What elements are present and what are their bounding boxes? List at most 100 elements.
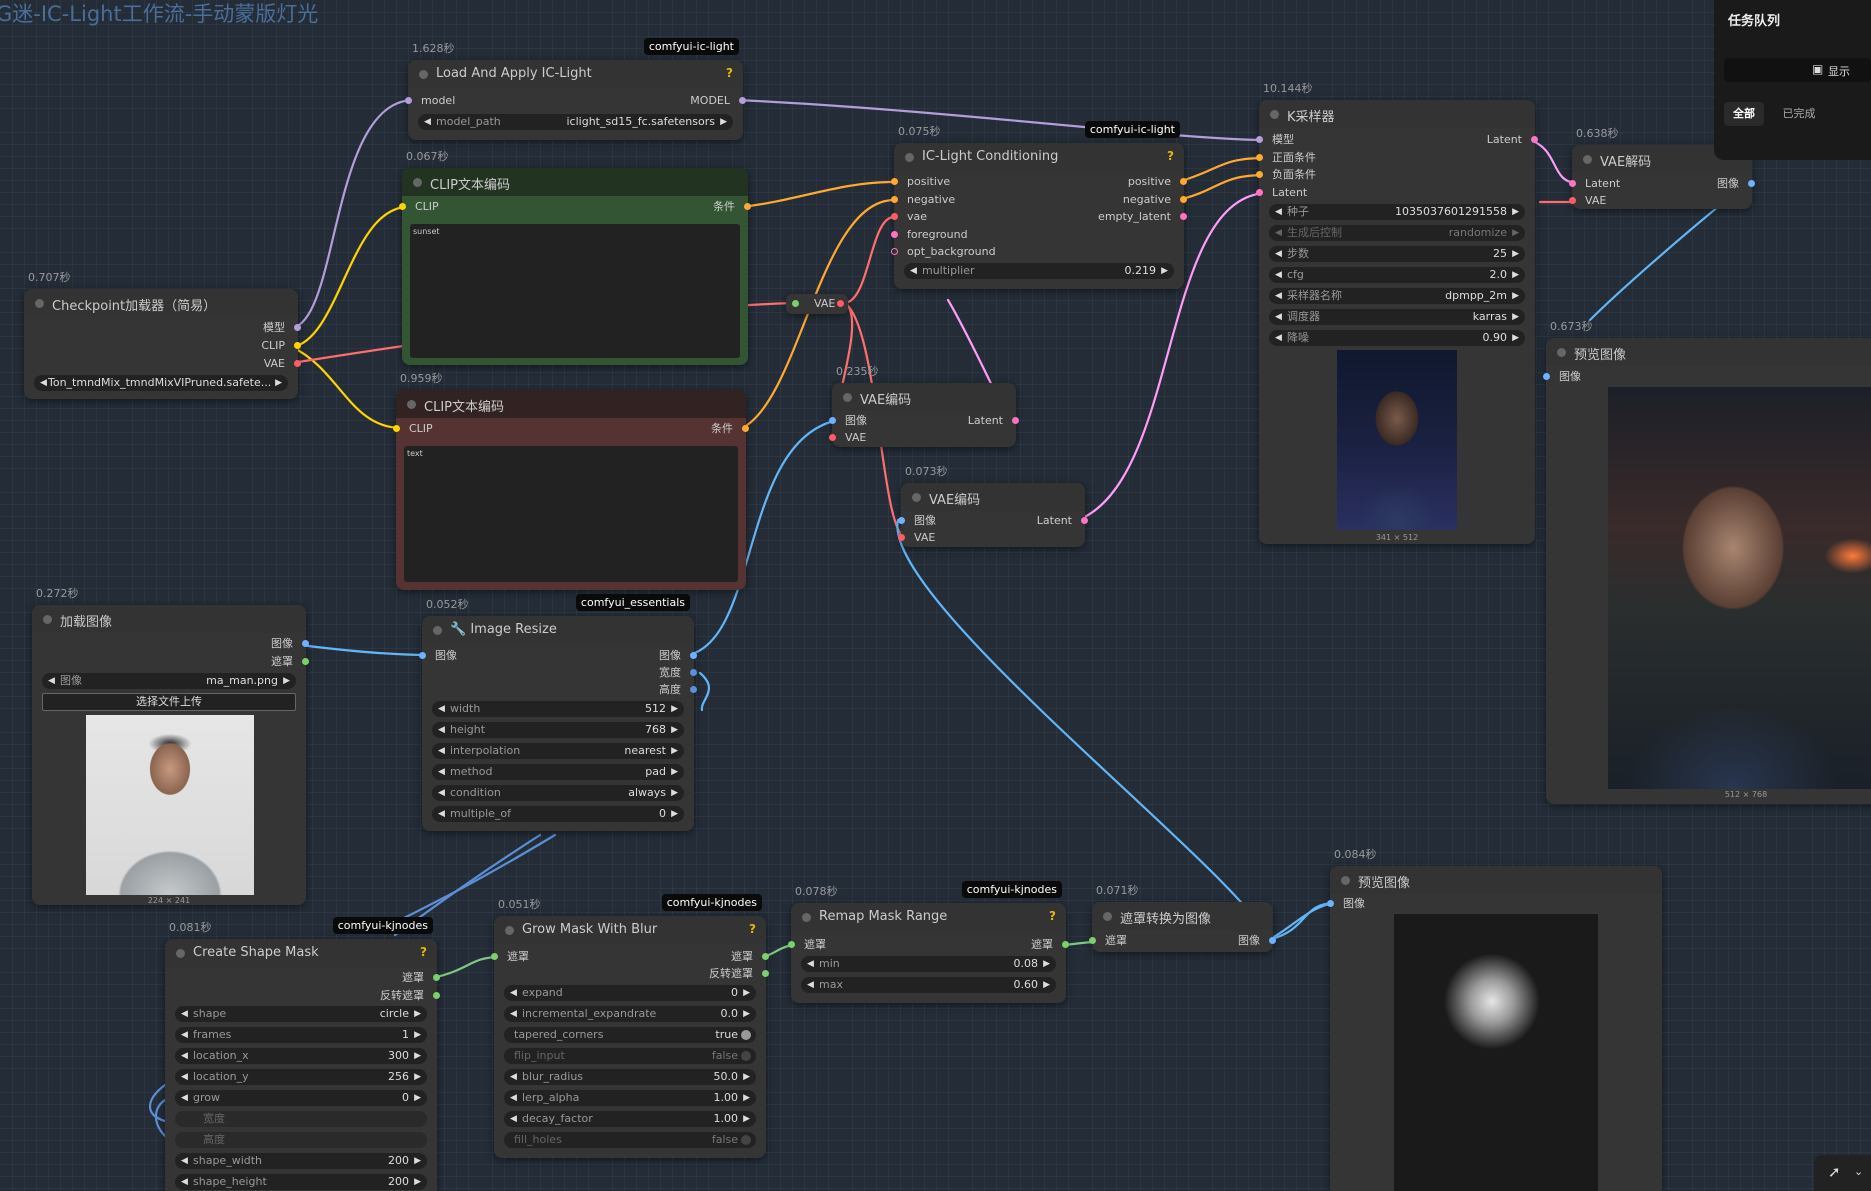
node-load-iclight[interactable]: 1.628秒 comfyui-ic-light Load And Apply I… bbox=[405, 38, 746, 140]
node-header[interactable]: CLIP文本编码 bbox=[402, 168, 748, 196]
canvas-pointer-control[interactable]: ➚ ⌄ bbox=[1814, 1155, 1871, 1191]
input-image[interactable]: 图像 bbox=[1327, 897, 1365, 911]
widget-location-y[interactable]: ◀ location_y 256 ▶ bbox=[175, 1069, 427, 1085]
node-header[interactable]: Remap Mask Range? bbox=[791, 903, 1066, 931]
output-inverted-mask[interactable]: 反转遮罩 bbox=[380, 989, 440, 1003]
node-header[interactable]: VAE编码 bbox=[901, 483, 1085, 511]
input-clip[interactable]: CLIP bbox=[393, 422, 433, 436]
node-header[interactable]: IC-Light Conditioning? bbox=[894, 143, 1184, 171]
node-header[interactable]: CLIP文本编码 bbox=[396, 390, 746, 418]
node-vae-encode-2[interactable]: 0.073秒 VAE编码 图像 VAE Latent bbox=[898, 465, 1088, 547]
node-clip-text-negative[interactable]: 0.959秒 CLIP文本编码 CLIP 条件 text bbox=[393, 372, 749, 590]
widget-location-x[interactable]: ◀ location_x 300 ▶ bbox=[175, 1048, 427, 1064]
toggle-flip-input[interactable]: flip_input false bbox=[504, 1048, 756, 1064]
input-vae[interactable]: VAE bbox=[829, 431, 866, 445]
input-image[interactable]: 图像 bbox=[898, 514, 936, 528]
output-image[interactable]: 图像 bbox=[1717, 177, 1755, 191]
help-icon[interactable]: ? bbox=[726, 66, 733, 80]
output-conditioning[interactable]: 条件 bbox=[711, 422, 749, 436]
input-mask[interactable]: 遮罩 bbox=[491, 950, 529, 964]
input-latent[interactable]: Latent bbox=[1569, 177, 1620, 191]
widget-model-path[interactable]: ◀ model_path iclight_sd15_fc.safetensors ▶ bbox=[418, 114, 733, 130]
output-positive[interactable]: positive bbox=[1128, 175, 1187, 189]
node-iclight-conditioning[interactable]: 0.075秒 comfyui-ic-light IC-Light Conditi… bbox=[891, 121, 1187, 289]
widget-shape-height[interactable]: ◀ shape_height 200 ▶ bbox=[175, 1174, 427, 1190]
output-mask[interactable]: 遮罩 bbox=[1031, 938, 1069, 952]
help-icon[interactable]: ? bbox=[749, 922, 756, 936]
tab-all[interactable]: 全部 bbox=[1724, 102, 1764, 126]
output-clip[interactable]: CLIP bbox=[261, 339, 301, 353]
input-width-converted[interactable]: 宽度 bbox=[175, 1111, 427, 1127]
upload-button[interactable]: 选择文件上传 bbox=[42, 693, 296, 711]
widget-denoise[interactable]: ◀ 降噪 0.90 ▶ bbox=[1269, 330, 1525, 346]
widget-frames[interactable]: ◀ frames 1 ▶ bbox=[175, 1027, 427, 1043]
input-clip[interactable]: CLIP bbox=[399, 200, 439, 214]
widget-incremental-expandrate[interactable]: ◀ incremental_expandrate 0.0 ▶ bbox=[504, 1006, 756, 1022]
reroute-vae[interactable]: VAE bbox=[786, 294, 848, 314]
node-load-image[interactable]: 0.272秒 加载图像 图像 遮罩 ◀ 图像 ma_man.png ▶ 选择文件上传 … bbox=[32, 587, 309, 905]
reroute-input-dot[interactable] bbox=[792, 300, 799, 307]
output-latent[interactable]: Latent bbox=[1487, 133, 1538, 147]
node-header[interactable]: 🔧 Image Resize bbox=[422, 616, 694, 644]
input-vae[interactable]: vae bbox=[891, 210, 927, 224]
input-negative[interactable]: negative bbox=[891, 193, 955, 207]
output-mask[interactable]: 遮罩 bbox=[731, 950, 769, 964]
widget-method[interactable]: ◀ method pad ▶ bbox=[432, 764, 684, 780]
widget-ckpt-name[interactable]: ◀ Ton_tmndMix_tmndMixVIPruned.safete... ▶ bbox=[34, 375, 288, 391]
output-latent[interactable]: Latent bbox=[1037, 514, 1088, 528]
output-negative[interactable]: negative bbox=[1123, 193, 1187, 207]
output-latent[interactable]: Latent bbox=[968, 414, 1019, 428]
widget-lerp-alpha[interactable]: ◀ lerp_alpha 1.00 ▶ bbox=[504, 1090, 756, 1106]
help-icon[interactable]: ? bbox=[420, 945, 427, 959]
output-mask[interactable]: 遮罩 bbox=[271, 655, 309, 669]
output-inverted-mask[interactable]: 反转遮罩 bbox=[709, 967, 769, 981]
input-model[interactable]: 模型 bbox=[1256, 133, 1294, 147]
widget-sampler[interactable]: ◀ 采样器名称 dpmpp_2m ▶ bbox=[1269, 288, 1525, 304]
widget-condition[interactable]: ◀ condition always ▶ bbox=[432, 785, 684, 801]
widget-seed[interactable]: ◀ 种子 1035037601291558 ▶ bbox=[1269, 204, 1525, 220]
widget-cfg[interactable]: ◀ cfg 2.0 ▶ bbox=[1269, 267, 1525, 283]
output-empty-latent[interactable]: empty_latent bbox=[1098, 210, 1187, 224]
output-vae[interactable]: VAE bbox=[264, 357, 301, 371]
widget-max[interactable]: ◀ max 0.60 ▶ bbox=[801, 977, 1056, 993]
input-vae[interactable]: VAE bbox=[898, 531, 935, 545]
widget-min[interactable]: ◀ min 0.08 ▶ bbox=[801, 956, 1056, 972]
widget-scheduler[interactable]: ◀ 调度器 karras ▶ bbox=[1269, 309, 1525, 325]
output-width[interactable]: 宽度 bbox=[659, 666, 697, 680]
help-icon[interactable]: ? bbox=[1167, 149, 1174, 163]
node-checkpoint-loader[interactable]: 0.707秒 Checkpoint加载器（简易） 模型 CLIP VAE ◀ To… bbox=[24, 271, 301, 399]
node-ksampler[interactable]: 10.144秒 K采样器 模型 正面条件 负面条件 Latent Latent … bbox=[1256, 82, 1538, 544]
input-foreground[interactable]: foreground bbox=[891, 228, 968, 242]
output-image[interactable]: 图像 bbox=[271, 637, 309, 651]
input-vae[interactable]: VAE bbox=[1569, 194, 1606, 208]
prompt-textarea[interactable]: text bbox=[404, 446, 738, 582]
node-header[interactable]: Create Shape Mask? bbox=[165, 939, 437, 967]
widget-image-file[interactable]: ◀ 图像 ma_man.png ▶ bbox=[42, 673, 296, 689]
output-image[interactable]: 图像 bbox=[659, 649, 697, 663]
output-model[interactable]: 模型 bbox=[263, 321, 301, 335]
input-positive[interactable]: 正面条件 bbox=[1256, 151, 1316, 165]
output-mask[interactable]: 遮罩 bbox=[402, 971, 440, 985]
node-grow-mask-blur[interactable]: 0.051秒 comfyui-kjnodes Grow Mask With Bl… bbox=[491, 894, 769, 1158]
help-icon[interactable]: ? bbox=[1049, 909, 1056, 923]
input-image[interactable]: 图像 bbox=[419, 649, 457, 663]
input-mask[interactable]: 遮罩 bbox=[1089, 934, 1127, 948]
output-image[interactable]: 图像 bbox=[1238, 934, 1276, 948]
node-header[interactable]: Grow Mask With Blur? bbox=[494, 916, 766, 944]
widget-multiple-of[interactable]: ◀ multiple_of 0 ▶ bbox=[432, 806, 684, 822]
node-header[interactable]: Load And Apply IC-Light? bbox=[408, 60, 743, 88]
input-latent[interactable]: Latent bbox=[1256, 186, 1307, 200]
node-remap-mask-range[interactable]: 0.078秒 comfyui-kjnodes Remap Mask Range?… bbox=[788, 881, 1069, 1003]
node-mask-to-image[interactable]: 0.071秒 遮罩转换为图像 遮罩 图像 bbox=[1089, 884, 1276, 952]
prompt-textarea[interactable]: sunset bbox=[410, 224, 740, 358]
output-conditioning[interactable]: 条件 bbox=[713, 200, 751, 214]
node-vae-encode-1[interactable]: 0.235秒 VAE编码 图像 VAE Latent bbox=[829, 365, 1019, 447]
node-preview-image-2[interactable]: 0.084秒 预览图像 图像 bbox=[1327, 848, 1662, 1191]
widget-control-after[interactable]: ◀ 生成后控制 randomize ▶ bbox=[1269, 225, 1525, 241]
node-header[interactable]: 遮罩转换为图像 bbox=[1092, 902, 1273, 930]
input-height-converted[interactable]: 高度 bbox=[175, 1132, 427, 1148]
input-mask[interactable]: 遮罩 bbox=[788, 938, 826, 952]
node-header[interactable]: 加载图像 bbox=[32, 605, 306, 633]
input-model[interactable]: model bbox=[405, 94, 455, 108]
node-header[interactable]: 预览图像 bbox=[1330, 866, 1662, 894]
